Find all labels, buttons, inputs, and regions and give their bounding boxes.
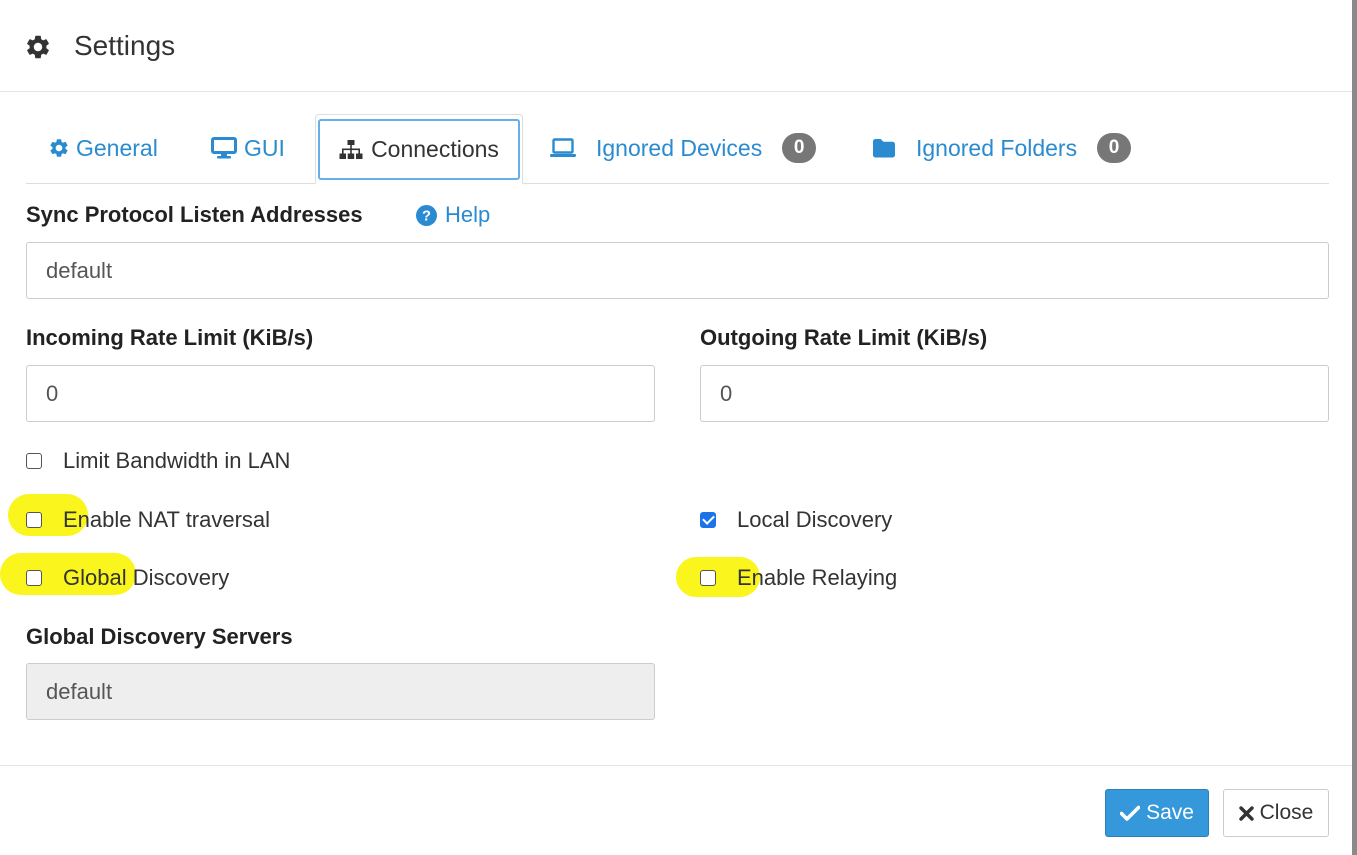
gear-icon xyxy=(50,139,68,157)
folder-icon xyxy=(873,139,895,158)
save-label: Save xyxy=(1146,801,1194,824)
checkbox-label: Enable Relaying xyxy=(737,565,898,590)
checkbox[interactable] xyxy=(26,453,42,469)
outgoing-rate-input[interactable]: 0 xyxy=(700,365,1329,422)
modal-title: Settings xyxy=(74,30,176,61)
incoming-rate-input[interactable]: 0 xyxy=(26,365,655,422)
checkbox[interactable] xyxy=(700,570,716,586)
question-circle-icon: ? xyxy=(416,204,437,226)
limit-bandwidth-lan-checkbox[interactable]: Limit Bandwidth in LAN xyxy=(26,447,290,475)
monitor-icon xyxy=(211,137,237,159)
close-icon xyxy=(1238,805,1254,821)
checkbox[interactable] xyxy=(26,570,42,586)
global-discovery-servers-label: Global Discovery Servers xyxy=(26,624,293,649)
close-label: Close xyxy=(1259,801,1314,824)
tab-label: Ignored Folders xyxy=(916,134,1078,161)
checkbox-label: Enable NAT traversal xyxy=(63,507,271,532)
outgoing-rate-label: Outgoing Rate Limit (KiB/s) xyxy=(700,325,988,350)
ignored-devices-count-badge: 0 xyxy=(782,133,817,163)
listen-addresses-label: Sync Protocol Listen Addresses xyxy=(26,202,363,227)
svg-text:?: ? xyxy=(422,208,431,224)
checkbox[interactable] xyxy=(26,512,42,528)
tab-gui[interactable]: GUI xyxy=(211,114,285,182)
modal-footer-divider xyxy=(0,765,1352,766)
global-discovery-servers-input: default xyxy=(26,663,655,720)
ignored-folders-count-badge: 0 xyxy=(1097,133,1132,163)
help-label: Help xyxy=(445,202,491,227)
tab-label: GUI xyxy=(244,134,285,161)
tab-label: Ignored Devices xyxy=(596,134,763,161)
enable-relaying-checkbox[interactable]: Enable Relaying xyxy=(700,564,897,592)
check-icon xyxy=(1120,805,1141,821)
help-link[interactable]: ? Help xyxy=(416,201,490,229)
laptop-icon xyxy=(550,138,576,157)
save-button[interactable]: Save xyxy=(1105,789,1209,837)
incoming-rate-label: Incoming Rate Limit (KiB/s) xyxy=(26,325,314,350)
tab-connections[interactable]: Connections xyxy=(315,114,523,184)
listen-addresses-input[interactable]: default xyxy=(26,242,1329,299)
settings-tabs: General GUI Connections Ignored Devices … xyxy=(26,114,1329,184)
gear-icon xyxy=(27,35,49,59)
tab-label: Connections xyxy=(371,136,499,162)
checkbox-label: Limit Bandwidth in LAN xyxy=(63,448,291,473)
checkbox-label: Global Discovery xyxy=(63,565,230,590)
tab-label: General xyxy=(76,134,158,161)
global-discovery-checkbox[interactable]: Global Discovery xyxy=(26,564,229,592)
sitemap-icon xyxy=(339,139,363,159)
checkbox-checked[interactable] xyxy=(700,512,716,528)
tab-general[interactable]: General xyxy=(48,114,158,182)
tab-ignored-folders[interactable]: Ignored Folders 0 xyxy=(872,114,1132,182)
close-button[interactable]: Close xyxy=(1223,789,1329,837)
tab-ignored-devices[interactable]: Ignored Devices 0 xyxy=(550,114,817,182)
checkbox-label: Local Discovery xyxy=(737,507,893,532)
background-window-edge xyxy=(1352,0,1357,855)
nat-traversal-checkbox[interactable]: Enable NAT traversal xyxy=(26,506,270,534)
modal-header: Settings xyxy=(0,0,1352,92)
local-discovery-checkbox[interactable]: Local Discovery xyxy=(700,506,892,534)
